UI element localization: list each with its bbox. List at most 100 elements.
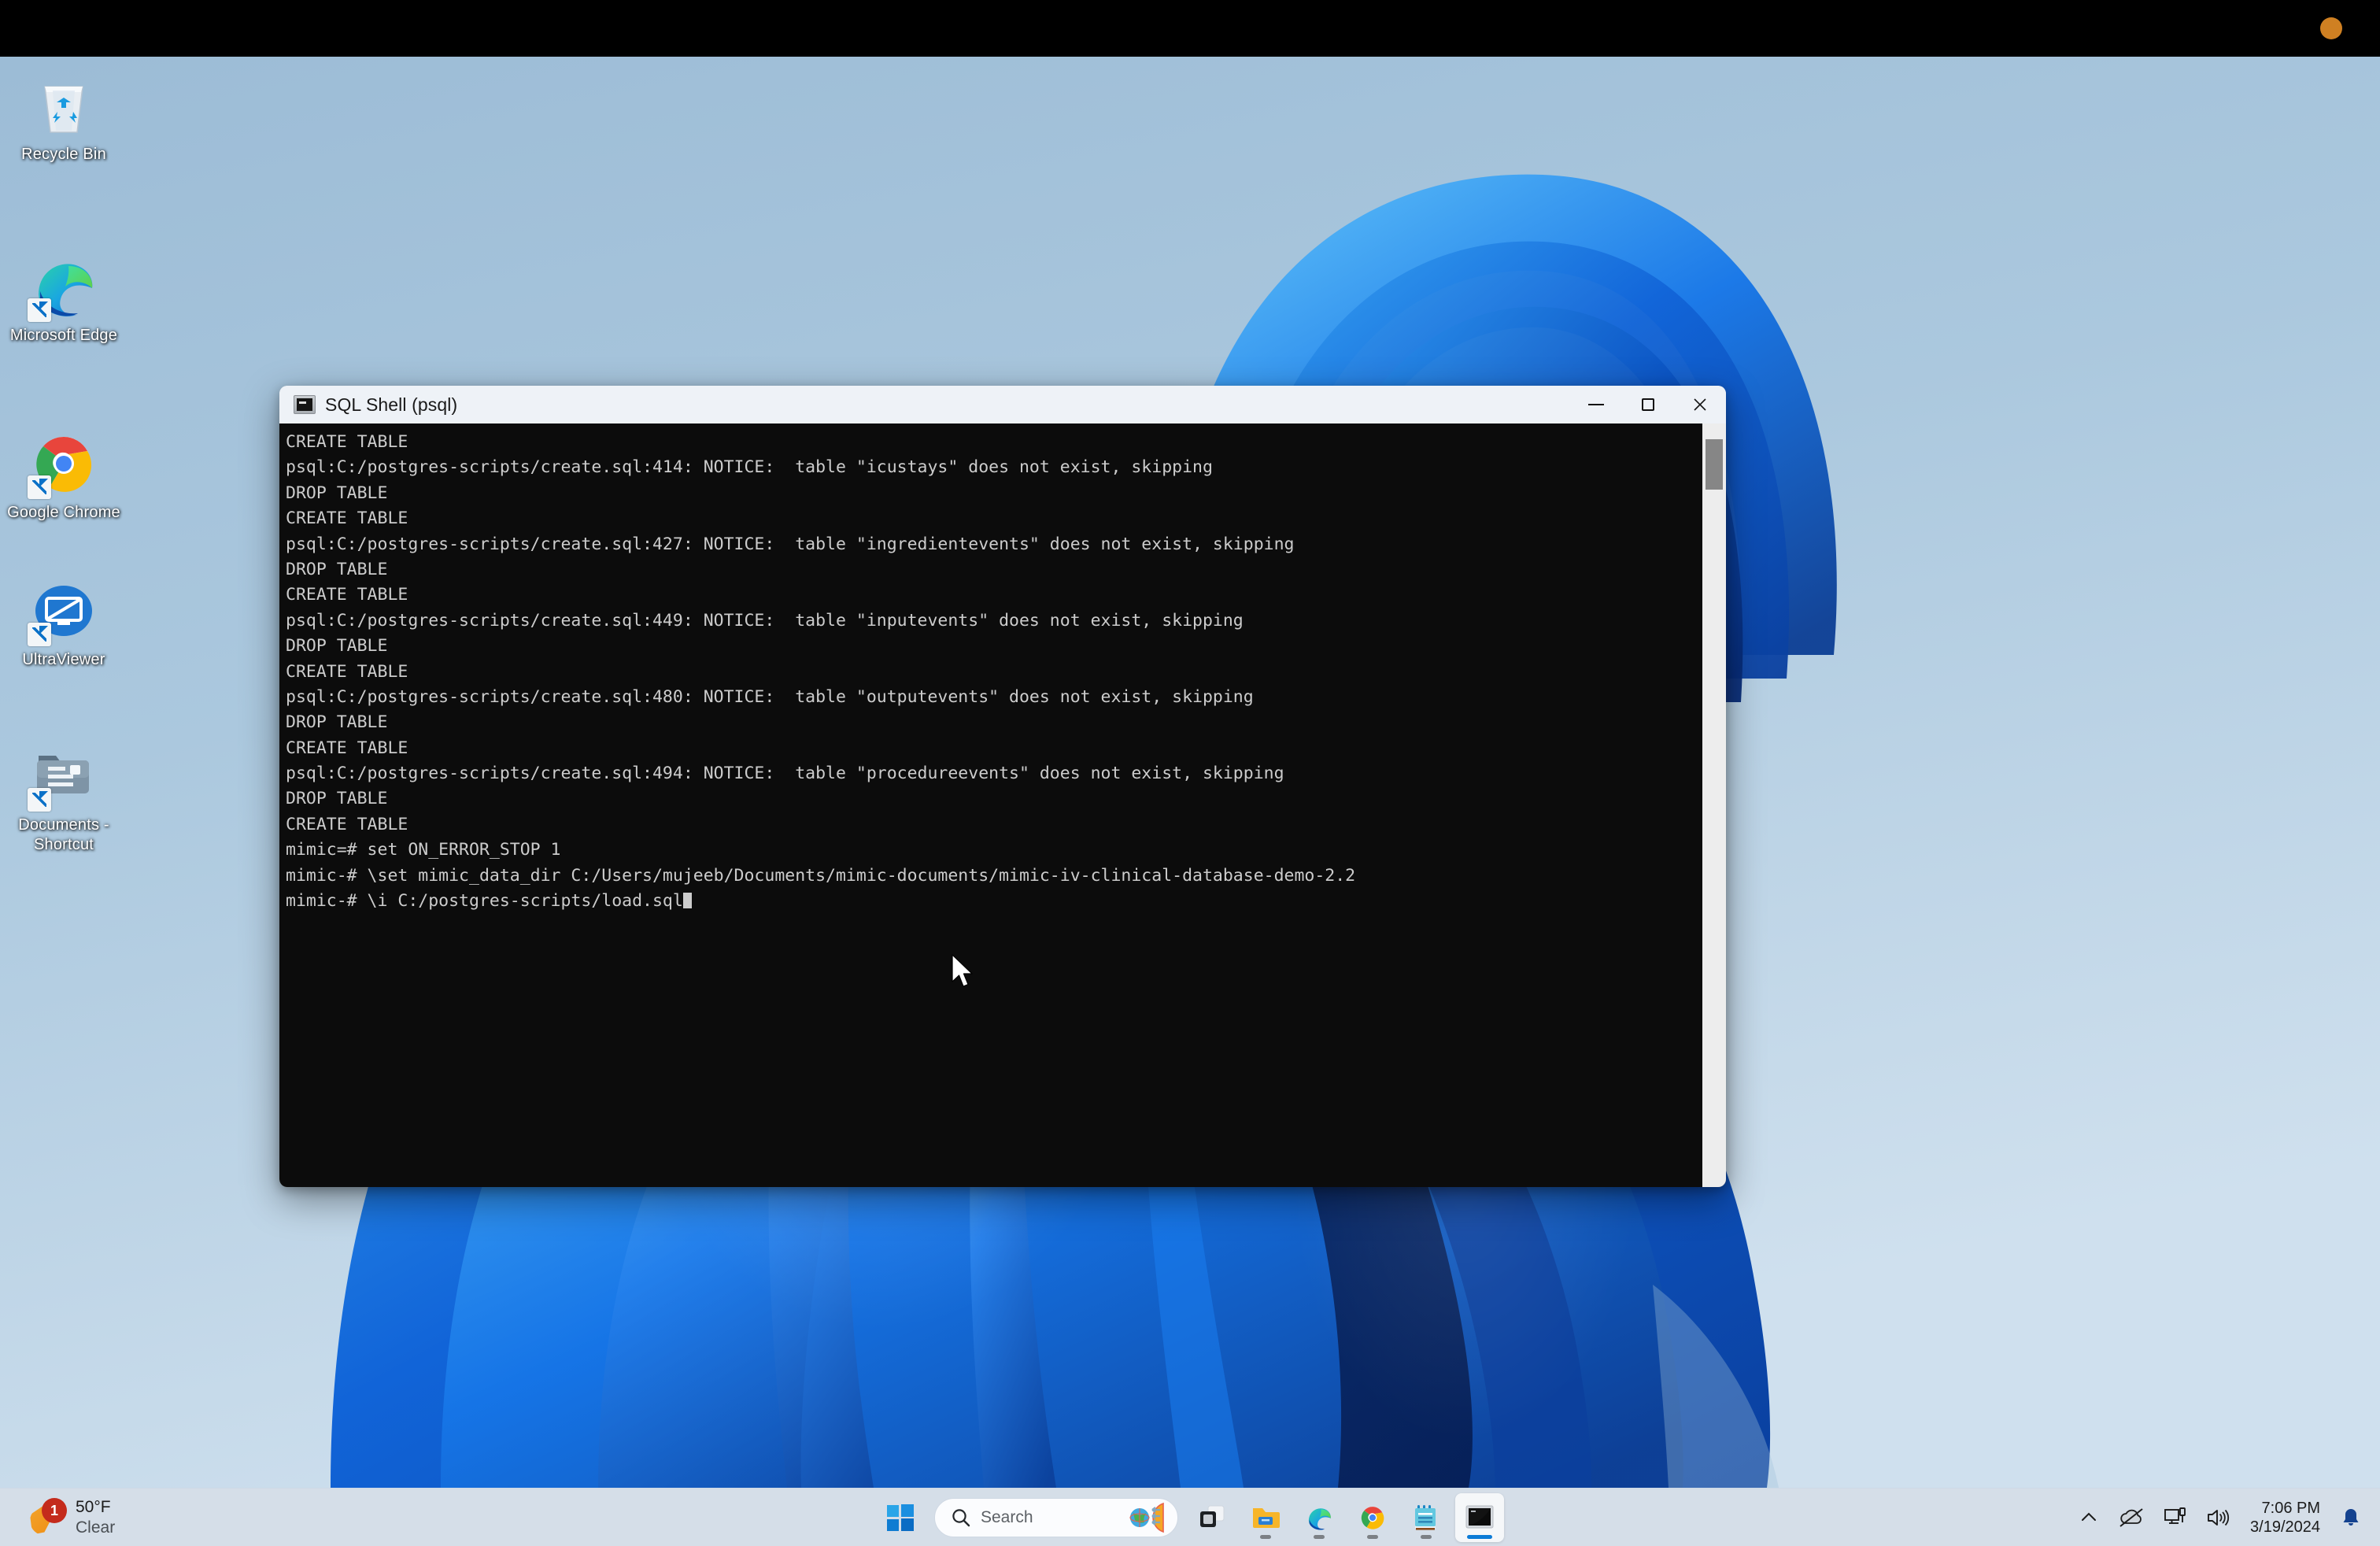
terminal-cursor (682, 893, 692, 909)
windows-logo-icon (887, 1504, 914, 1531)
clock-button[interactable]: 7:06 PM 3/19/2024 (2241, 1499, 2330, 1537)
terminal-line: CREATE TABLE (286, 432, 408, 452)
desktop-icon-recycle-bin[interactable]: Recycle Bin (3, 71, 124, 165)
terminal-line: psql:C:/postgres-scripts/create.sql:414:… (286, 457, 1213, 478)
terminal-line: mimic-# \set mimic_data_dir C:/Users/muj… (286, 865, 1356, 886)
desktop-icon-label: Microsoft Edge (9, 327, 118, 344)
console-icon (294, 395, 316, 414)
taskbar-microsoft-edge[interactable] (1295, 1493, 1343, 1542)
desktop-icon-label: Recycle Bin (21, 146, 106, 163)
terminal-line: psql:C:/postgres-scripts/create.sql:427:… (286, 534, 1295, 554)
terminal-line: psql:C:/postgres-scripts/create.sql:480:… (286, 686, 1254, 707)
weather-widget[interactable]: 1 50°F Clear (19, 1489, 126, 1546)
shortcut-overlay-icon (28, 475, 51, 499)
desktop-icon-microsoft-edge[interactable]: Microsoft Edge (3, 252, 124, 346)
terminal-line: psql:C:/postgres-scripts/create.sql:494:… (286, 764, 1284, 784)
vertical-scrollbar[interactable] (1702, 423, 1726, 1187)
speaker-icon (2208, 1509, 2230, 1526)
scrollbar-thumb[interactable] (1706, 439, 1723, 490)
start-button[interactable] (876, 1493, 925, 1542)
desktop-icon-documents-shortcut[interactable]: Documents - Shortcut (3, 742, 124, 855)
bell-icon (2343, 1509, 2359, 1526)
notification-badge: 1 (42, 1498, 67, 1523)
search-input[interactable]: Search (981, 1508, 1119, 1527)
weather-globe-sticker[interactable] (1129, 1501, 1171, 1534)
sql-shell-window[interactable]: SQL Shell (psql) CREATE TABLE psql:C:/pos… (279, 386, 1726, 1187)
terminal-line: DROP TABLE (286, 483, 388, 503)
folder-documents-icon (28, 742, 98, 812)
mouse-pointer (952, 954, 973, 987)
terminal-line: mimic=# set ON_ERROR_STOP 1 (286, 840, 561, 860)
notifications-button[interactable] (2333, 1495, 2369, 1540)
search-icon (952, 1509, 970, 1527)
taskbar-notepad[interactable] (1402, 1493, 1451, 1542)
network-button[interactable] (2156, 1495, 2195, 1540)
running-indicator (1367, 1535, 1378, 1539)
recycle-bin-icon (29, 71, 98, 140)
onedrive-status-button[interactable] (2110, 1495, 2153, 1540)
chrome-icon (1361, 1507, 1384, 1529)
clock-date: 3/19/2024 (2250, 1518, 2320, 1536)
tray-overflow-button[interactable] (2071, 1495, 2107, 1540)
moon-icon: 1 (30, 1498, 67, 1536)
folder-icon (1253, 1508, 1280, 1528)
terminal-line: DROP TABLE (286, 789, 388, 809)
device-bezel (0, 0, 2380, 57)
task-view-icon (1200, 1505, 1225, 1527)
cloud-offline-icon (2119, 1508, 2143, 1527)
shortcut-overlay-icon (28, 298, 51, 322)
terminal-line: DROP TABLE (286, 559, 388, 579)
running-indicator (1421, 1535, 1432, 1539)
running-indicator (1260, 1535, 1271, 1539)
taskbar-google-chrome[interactable] (1348, 1493, 1397, 1542)
terminal-line: mimic-# \i C:/postgres-scripts/load.sql (286, 889, 1702, 914)
desktop-icon-google-chrome[interactable]: Google Chrome (3, 429, 124, 523)
terminal-line: psql:C:/postgres-scripts/create.sql:449:… (286, 610, 1244, 631)
terminal-line: CREATE TABLE (286, 661, 408, 682)
taskbar[interactable]: 1 50°F Clear Search 7:06 PM 3/19/2024 (0, 1488, 2380, 1546)
desktop-icon-label: Documents - Shortcut (18, 816, 109, 853)
taskbar-center-cluster[interactable]: Search (876, 1489, 1504, 1546)
edge-icon (28, 252, 98, 322)
desktop-icon-label: Google Chrome (7, 504, 120, 521)
maximize-icon (1642, 398, 1654, 411)
chevron-up-icon (2082, 1512, 2097, 1521)
window-title-bar[interactable]: SQL Shell (psql) (279, 386, 1726, 423)
desktop-icon-label: UltraViewer (22, 651, 105, 668)
terminal-line: DROP TABLE (286, 636, 388, 656)
search-box[interactable]: Search (934, 1498, 1178, 1537)
window-title: SQL Shell (psql) (325, 394, 458, 415)
chrome-icon (28, 429, 98, 499)
window-controls[interactable] (1570, 386, 1726, 423)
camera-indicator-icon (2320, 17, 2342, 39)
terminal-console[interactable]: CREATE TABLE psql:C:/postgres-scripts/cre… (279, 423, 1726, 1187)
system-tray[interactable]: 7:06 PM 3/19/2024 (2071, 1489, 2369, 1546)
minimize-icon (1588, 404, 1604, 405)
maximize-button[interactable] (1622, 386, 1674, 423)
file-explorer-button[interactable] (1241, 1493, 1290, 1542)
weather-temperature: 50°F (76, 1498, 111, 1517)
terminal-line: CREATE TABLE (286, 585, 408, 605)
terminal-line: CREATE TABLE (286, 509, 408, 529)
shortcut-overlay-icon (28, 623, 51, 646)
shortcut-overlay-icon (28, 788, 51, 812)
clock-time: 7:06 PM (2261, 1499, 2320, 1517)
terminal-line: DROP TABLE (286, 712, 388, 733)
ultraviewer-icon (28, 576, 98, 646)
desktop-icon-ultraviewer[interactable]: UltraViewer (3, 576, 124, 670)
close-icon (1694, 398, 1706, 411)
desktop[interactable]: Recycle Bin Microsoft Edge Google Chrome… (0, 57, 2380, 1488)
terminal-line: CREATE TABLE (286, 738, 408, 758)
minimize-button[interactable] (1570, 386, 1622, 423)
edge-icon (1308, 1508, 1331, 1530)
taskbar-sql-shell-psql[interactable] (1455, 1493, 1504, 1542)
notepad-icon (1415, 1505, 1436, 1530)
close-button[interactable] (1674, 386, 1726, 423)
ethernet-icon (2164, 1507, 2186, 1524)
task-view-button[interactable] (1188, 1493, 1236, 1542)
weather-condition: Clear (76, 1518, 116, 1537)
console-icon (1465, 1505, 1494, 1529)
terminal-output: CREATE TABLE psql:C:/postgres-scripts/cre… (279, 423, 1702, 1187)
volume-button[interactable] (2198, 1495, 2238, 1540)
active-indicator (1467, 1535, 1492, 1539)
